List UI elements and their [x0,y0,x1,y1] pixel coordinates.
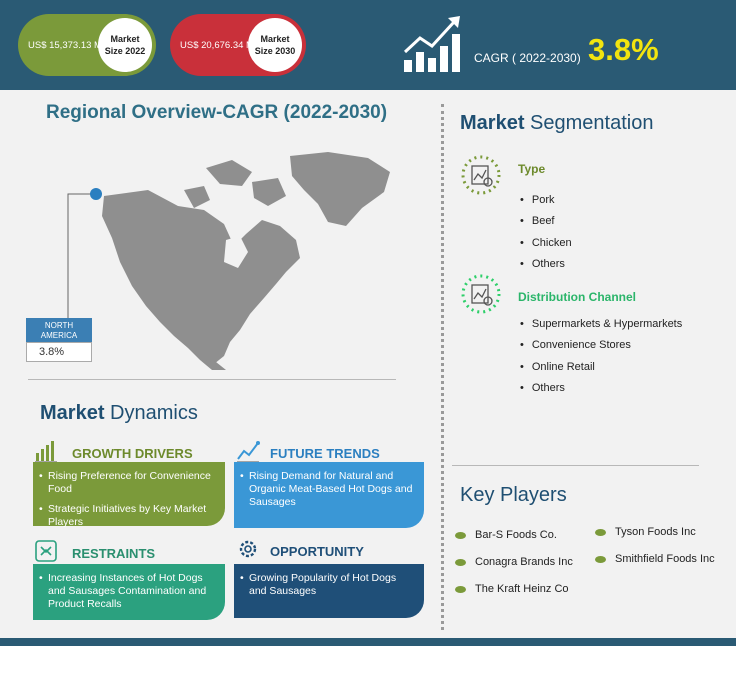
cagr-value: 3.8% [588,32,659,67]
list-item: Increasing Instances of Hot Dogs and Sau… [37,572,217,611]
north-america-callout: NORTH AMERICA 3.8% [26,318,92,362]
restraints-card: Increasing Instances of Hot Dogs and Sau… [33,564,225,620]
list-item: Others [520,381,682,402]
opportunity-card: Growing Popularity of Hot Dogs and Sausa… [234,564,424,618]
bullet-icon [595,555,606,563]
future-trends-heading: FUTURE TRENDS [270,446,380,461]
market-size-2030-pill: US$ 20,676.34 Mn Market Size 2030 [170,14,306,76]
list-item: Others [520,257,572,278]
north-america-label-line1: NORTH [44,321,74,330]
bar-chart-icon [35,441,57,463]
list-item: Beef [520,214,572,235]
bullet-icon [595,528,606,536]
market-size-2030-badge: Market Size 2030 [248,18,302,72]
market-size-2022-label-line2: Size 2022 [104,46,146,56]
key-player-name: The Kraft Heinz Co [475,583,569,595]
list-item: Pork [520,193,572,214]
distribution-list: Supermarkets & Hypermarkets Convenience … [520,317,682,402]
market-size-2022-label-line1: Market [110,34,140,44]
list-item: Rising Demand for Natural and Organic Me… [238,470,416,509]
growth-drivers-card: Rising Preference for Convenience Food S… [33,462,225,529]
key-player-item: The Kraft Heinz Co [455,583,569,595]
key-player-item: Smithfield Foods Inc [595,553,715,565]
opportunity-heading: OPPORTUNITY [270,544,364,559]
bullet-icon [455,531,466,539]
regional-overview-title: Regional Overview-CAGR (2022-2030) [46,102,388,123]
market-segmentation-title: Market Segmentation [460,112,653,135]
list-item: Convenience Stores [520,338,682,359]
north-america-cagr: 3.8% [26,342,92,362]
dynamics-title-part2: Dynamics [110,402,198,424]
list-item: Chicken [520,236,572,257]
list-item: Supermarkets & Hypermarkets [520,317,682,338]
key-player-name: Bar-S Foods Co. [475,529,557,541]
key-player-item: Bar-S Foods Co. [455,529,557,541]
bottom-bar [0,638,736,646]
market-size-2022-pill: US$ 15,373.13 Mn Market Size 2022 [18,14,156,76]
key-player-name: Smithfield Foods Inc [615,553,715,565]
type-list: Pork Beef Chicken Others [520,193,572,278]
type-heading: Type [518,162,546,176]
restraints-heading: RESTRAINTS [72,546,156,561]
segmentation-title-part2: Segmentation [530,112,654,134]
north-america-label: NORTH AMERICA [26,318,92,342]
key-player-item: Conagra Brands Inc [455,556,573,568]
list-item: Strategic Initiatives by Key Market Play… [37,503,217,529]
key-player-item: Tyson Foods Inc [595,526,696,538]
infographic: US$ 15,373.13 Mn Market Size 2022 US$ 20… [0,0,750,699]
dynamics-title-part1: Market [40,402,105,424]
key-player-name: Conagra Brands Inc [475,556,573,568]
cagr-label: CAGR ( 2022-2030) [474,51,581,65]
growth-chart-icon [403,16,460,72]
restraint-icon [35,540,57,562]
bullet-icon [455,585,466,593]
list-item: Growing Popularity of Hot Dogs and Sausa… [238,572,416,598]
distribution-segment-icon [461,274,501,314]
bullet-icon [455,558,466,566]
gear-icon [239,540,257,558]
market-size-2030-label-line1: Market [260,34,290,44]
type-segment-icon [461,155,501,195]
market-size-2030-label-line2: Size 2030 [254,46,296,56]
right-divider [452,465,699,466]
distribution-heading: Distribution Channel [518,290,636,304]
trend-chart-icon [237,441,260,463]
key-players-title: Key Players [460,484,567,506]
market-size-2022-value: US$ 15,373.13 Mn [28,40,108,51]
key-player-name: Tyson Foods Inc [615,526,696,538]
list-item: Online Retail [520,360,682,381]
north-america-label-line2: AMERICA [40,331,78,340]
list-item: Rising Preference for Convenience Food [37,470,217,496]
future-trends-card: Rising Demand for Natural and Organic Me… [234,462,424,528]
growth-drivers-heading: GROWTH DRIVERS [72,446,193,461]
market-size-2022-badge: Market Size 2022 [98,18,152,72]
vertical-divider [441,104,444,630]
market-dynamics-title: Market Dynamics [40,402,198,425]
segmentation-title-part1: Market [460,112,525,134]
left-divider [28,379,396,380]
